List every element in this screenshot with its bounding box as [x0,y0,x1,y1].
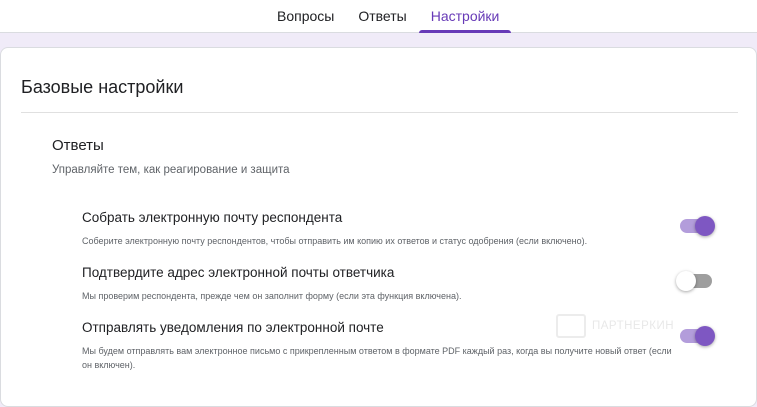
setting-label: Собрать электронную почту респондента [82,210,343,225]
divider [21,112,738,113]
setting-collect-email: Собрать электронную почту респондента Со… [82,209,672,248]
tab-bar: Вопросы Ответы Настройки [265,0,512,33]
setting-description: Мы проверим респондента, прежде чем он з… [82,291,462,301]
setting-verify-email: Подтвердите адрес электронной почты отве… [82,264,672,303]
setting-description: Мы будем отправлять вам электронное пись… [82,346,672,370]
top-navigation-bar: Вопросы Ответы Настройки [0,0,757,33]
verify-email-toggle[interactable] [676,270,715,292]
card-title: Базовые настройки [21,77,184,97]
setting-email-notifications: Отправлять уведомления по электронной по… [82,319,672,372]
toggle-thumb [676,271,696,291]
toggle-thumb [695,326,715,346]
section-title: Ответы [52,137,104,154]
setting-description: Соберите электронную почту респондентов,… [82,236,588,246]
tab-responses[interactable]: Ответы [346,0,418,33]
tab-questions[interactable]: Вопросы [265,0,346,33]
tab-settings[interactable]: Настройки [418,0,512,33]
toggle-thumb [695,216,715,236]
section-subtitle: Управляйте тем, как реагирование и защит… [52,164,290,176]
email-notifications-toggle[interactable] [679,325,715,347]
collect-email-toggle[interactable] [679,215,715,237]
setting-label: Подтвердите адрес электронной почты отве… [82,265,395,280]
settings-card: Базовые настройки Ответы Управляйте тем,… [0,47,757,407]
setting-label: Отправлять уведомления по электронной по… [82,320,384,335]
